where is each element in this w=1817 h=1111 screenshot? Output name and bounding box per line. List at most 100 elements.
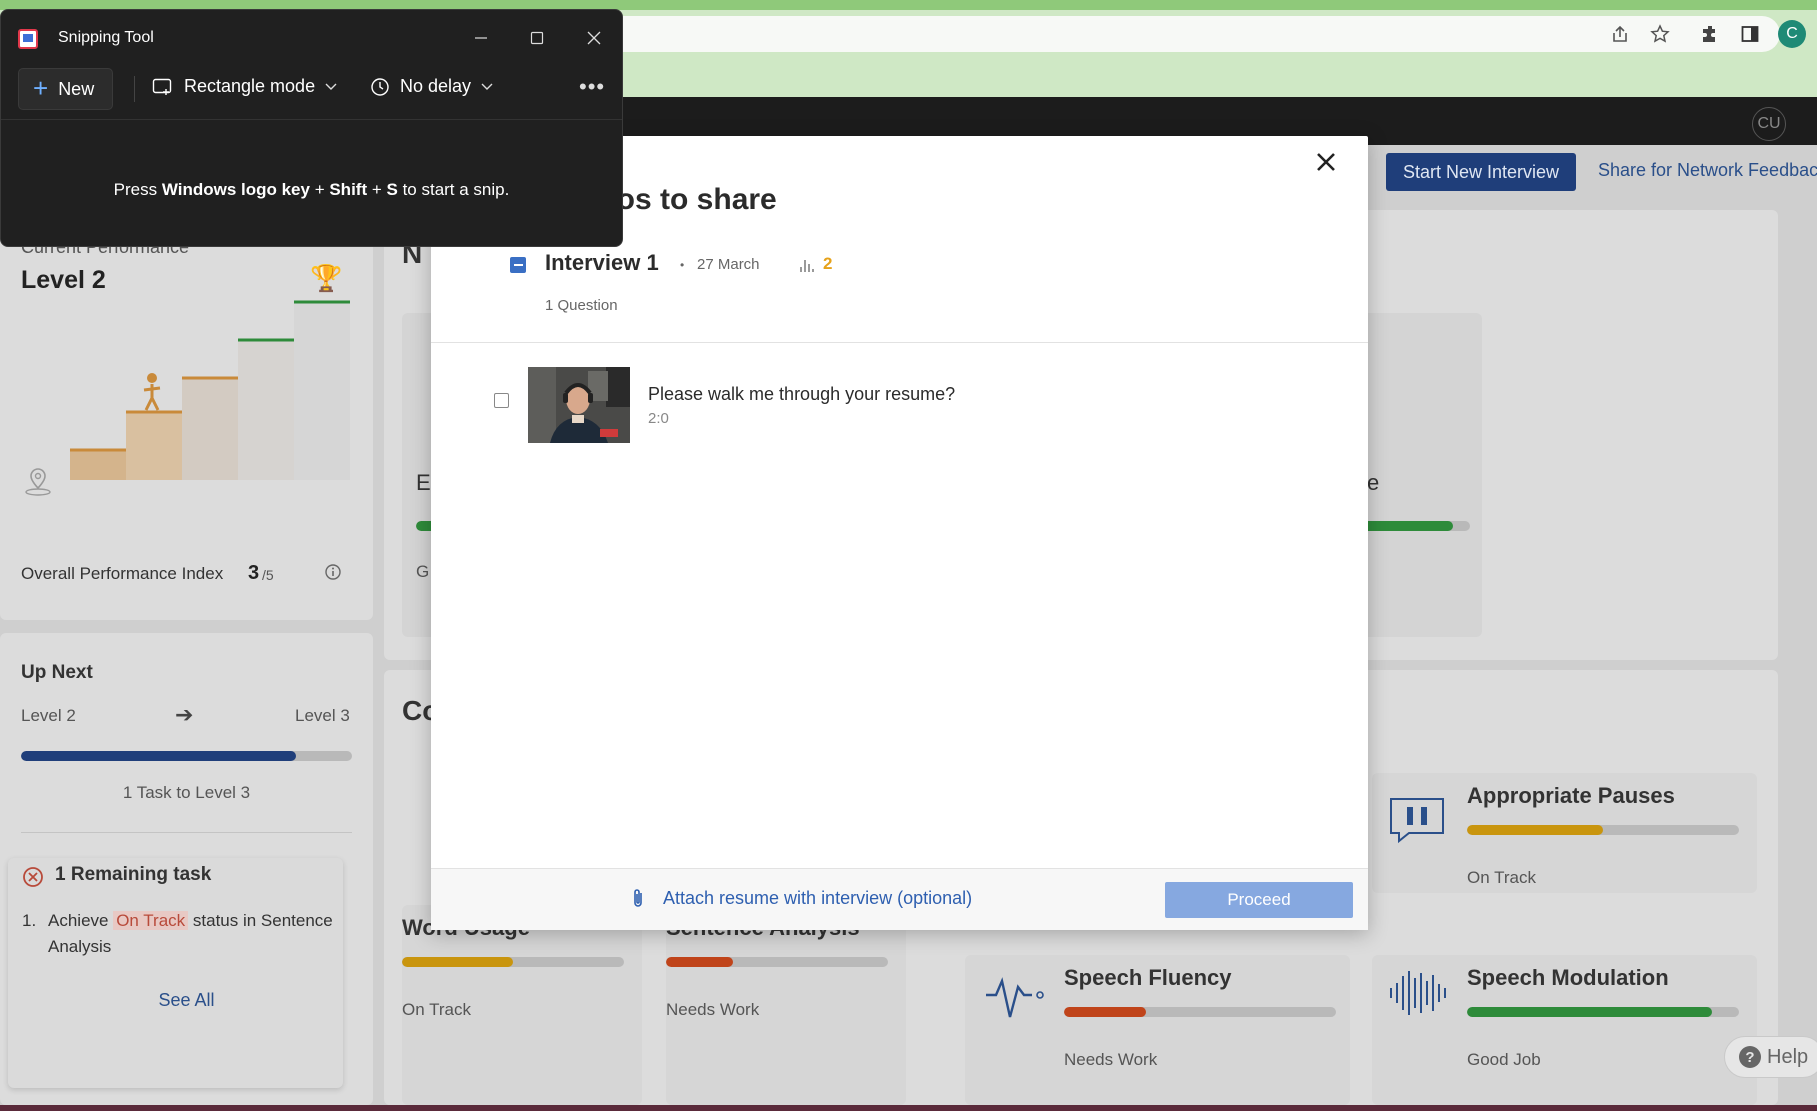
- remaining-task-heading: 1 Remaining task: [55, 864, 212, 885]
- arrow-right-icon: ➔: [175, 702, 194, 727]
- from-level: Level 2: [21, 706, 76, 725]
- metric-progress-fill: [1467, 825, 1603, 835]
- metric-progress-fill: [1467, 1007, 1712, 1017]
- metric-progress-fill: [402, 957, 513, 967]
- video-thumbnail[interactable]: [528, 367, 630, 443]
- subcard-right-title-fragment: e: [1367, 470, 1380, 495]
- tasks-to-level: 1 Task to Level 3: [122, 783, 251, 802]
- window-close-icon[interactable]: [578, 22, 610, 54]
- bookmark-star-icon[interactable]: [1648, 22, 1672, 46]
- metric-progress-track: [1467, 825, 1739, 835]
- task-number: 1.: [22, 911, 37, 930]
- hint-key-windows: Windows logo key: [161, 180, 310, 199]
- chevron-down-icon: [325, 83, 337, 90]
- address-bar[interactable]: [560, 16, 1780, 52]
- new-snip-label: New: [58, 78, 95, 99]
- interview-title: Interview 1: [545, 250, 659, 275]
- level-progress-bar: [21, 751, 352, 761]
- maximize-icon[interactable]: [521, 22, 553, 54]
- sound-wave-icon: [1387, 965, 1449, 1021]
- paperclip-icon[interactable]: [630, 888, 646, 916]
- interview-date: 27 March: [697, 256, 760, 273]
- hint-prefix: Press: [113, 180, 162, 199]
- metric-progress-track: [1467, 1007, 1739, 1017]
- modal-title: eos to share: [600, 183, 777, 216]
- to-level: Level 3: [295, 706, 350, 725]
- attach-resume-link[interactable]: Attach resume with interview (optional): [663, 888, 972, 909]
- metric-progress-track: [402, 957, 624, 967]
- task-status-badge: On Track: [113, 911, 189, 930]
- metric-title: Speech Modulation: [1467, 965, 1669, 990]
- taskbar-edge: [0, 1105, 1817, 1111]
- user-avatar[interactable]: CU: [1752, 107, 1786, 141]
- browser-profile-avatar[interactable]: C: [1778, 20, 1806, 48]
- location-pin-icon: [25, 468, 51, 496]
- share-feedback-link[interactable]: Share for Network Feedbac: [1598, 160, 1817, 181]
- see-all-link[interactable]: See All: [0, 990, 373, 1011]
- question-text: Please walk me through your resume?: [648, 384, 956, 404]
- metric-status: Needs Work: [1064, 1050, 1158, 1069]
- up-next-heading: Up Next: [21, 662, 93, 683]
- snip-mode-dropdown[interactable]: Rectangle mode: [152, 76, 337, 97]
- interview-select-checkbox[interactable]: [510, 257, 526, 273]
- plus-icon: +: [33, 72, 49, 103]
- chevron-down-icon: [481, 83, 493, 90]
- pulse-icon: [984, 965, 1046, 1021]
- task-prefix: Achieve: [48, 911, 114, 930]
- subcard-title-fragment: E: [416, 470, 431, 495]
- task-text-line1: Achieve On Track status in Sentence: [48, 911, 333, 931]
- separator-dot: •: [680, 258, 685, 272]
- more-options-icon[interactable]: •••: [579, 74, 605, 100]
- metric-status: Needs Work: [666, 1000, 760, 1019]
- snip-mode-label: Rectangle mode: [184, 76, 316, 96]
- hint-key-shift: Shift: [329, 180, 368, 199]
- performance-index-label: Overall Performance Index: [21, 564, 224, 583]
- metric-status: On Track: [402, 1000, 471, 1019]
- clock-icon: [371, 77, 389, 96]
- question-mark-icon: ?: [1739, 1046, 1761, 1068]
- snip-divider: [1, 119, 622, 120]
- pause-icon: [1387, 795, 1449, 851]
- error-circle-icon: [23, 867, 43, 887]
- metric-status: Good Job: [1467, 1050, 1541, 1069]
- info-icon[interactable]: [324, 563, 344, 583]
- snip-delay-dropdown[interactable]: No delay: [370, 76, 493, 97]
- snip-hint: Press Windows logo key + Shift + S to st…: [1, 180, 622, 200]
- snipping-tool-window: Snipping Tool + New Rectangle mode No de…: [0, 9, 623, 247]
- question-count: 1 Question: [545, 297, 618, 314]
- new-snip-button[interactable]: + New: [18, 68, 113, 110]
- task-text-line2: Analysis: [48, 937, 112, 956]
- hint-plus: +: [309, 180, 330, 199]
- hint-suffix: to start a snip.: [397, 180, 510, 199]
- snipping-tool-logo: [18, 29, 38, 49]
- metric-status: On Track: [1467, 868, 1536, 887]
- hint-plus: +: [367, 180, 387, 199]
- trophy-icon: 🏆: [310, 263, 343, 293]
- extensions-icon[interactable]: [1698, 22, 1722, 46]
- remaining-task-card: [8, 858, 343, 1088]
- modal-divider: [431, 342, 1368, 343]
- minimize-icon[interactable]: [465, 22, 497, 54]
- hint-key-s: S: [386, 180, 398, 199]
- snip-delay-label: No delay: [400, 76, 472, 96]
- metric-progress-fill: [666, 957, 733, 967]
- bar-chart-icon: [800, 258, 816, 272]
- rectangle-mode-icon: [152, 78, 172, 95]
- task-suffix: status in Sentence: [188, 911, 333, 930]
- toolbar-separator: [134, 76, 135, 102]
- proceed-button[interactable]: Proceed: [1165, 882, 1353, 918]
- metric-title: Speech Fluency: [1064, 965, 1232, 990]
- level-progress-fill: [21, 751, 296, 761]
- side-panel-icon[interactable]: [1738, 22, 1762, 46]
- question-select-checkbox[interactable]: [494, 393, 509, 408]
- close-icon[interactable]: [1312, 148, 1340, 176]
- help-label: Help: [1767, 1045, 1809, 1068]
- metric-title: Appropriate Pauses: [1467, 783, 1675, 808]
- help-button[interactable]: ? Help: [1724, 1036, 1817, 1078]
- divider: [21, 832, 352, 833]
- share-icon[interactable]: [1608, 22, 1632, 46]
- metric-progress-track: [1064, 1007, 1336, 1017]
- metric-progress-fill: [1064, 1007, 1146, 1017]
- start-new-interview-button[interactable]: Start New Interview: [1386, 153, 1576, 191]
- performance-index-value: 3: [248, 562, 260, 584]
